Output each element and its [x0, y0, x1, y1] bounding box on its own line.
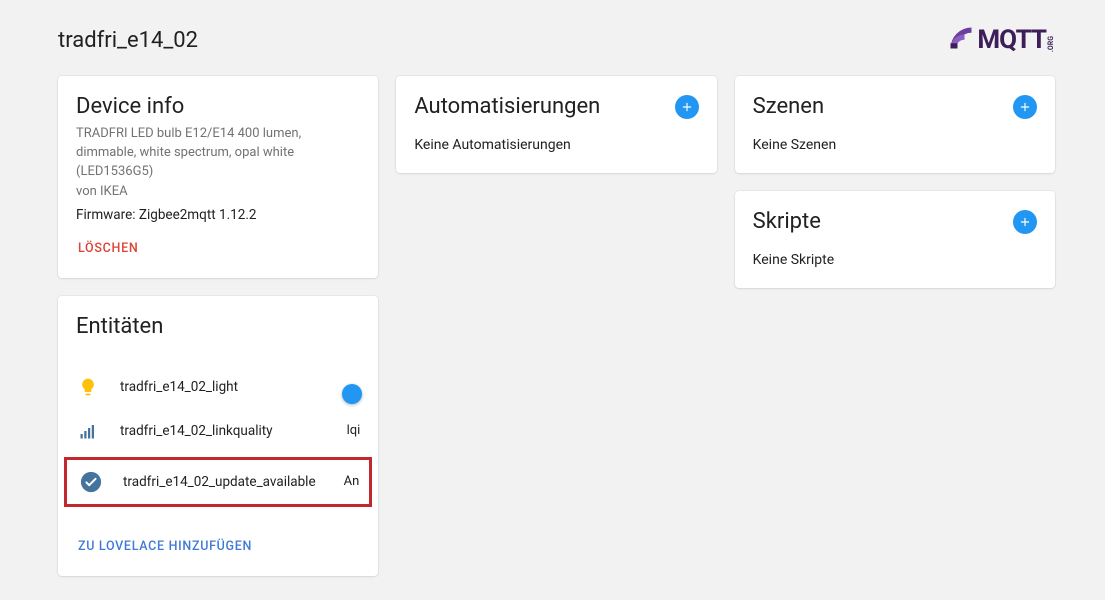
device-vendor: von IKEA — [76, 184, 360, 199]
scripts-empty: Keine Skripte — [735, 246, 1055, 288]
plus-icon — [1018, 100, 1032, 114]
scenes-title: Szenen — [753, 94, 824, 119]
entities-card: Entitäten tradfri_e14_02_light — [58, 296, 378, 576]
entity-row-light[interactable]: tradfri_e14_02_light — [58, 365, 378, 409]
bulb-icon — [76, 375, 100, 399]
mqtt-logo-icon — [947, 24, 975, 56]
entity-value: lqi — [347, 423, 361, 438]
mqtt-logo: MQTT .ORG — [947, 24, 1055, 56]
entity-name: tradfri_e14_02_light — [120, 379, 340, 395]
scenes-card: Szenen Keine Szenen — [735, 76, 1055, 173]
add-script-button[interactable] — [1013, 210, 1037, 234]
entity-value: An — [344, 474, 360, 489]
entity-row-linkquality[interactable]: tradfri_e14_02_linkquality lqi — [58, 409, 378, 453]
entity-name: tradfri_e14_02_update_available — [123, 474, 324, 490]
entities-title: Entitäten — [58, 296, 378, 349]
add-automation-button[interactable] — [675, 95, 699, 119]
page-title: tradfri_e14_02 — [58, 28, 198, 53]
add-to-lovelace-button[interactable]: ZU LOVELACE HINZUFÜGEN — [72, 531, 258, 562]
device-firmware: Firmware: Zigbee2mqtt 1.12.2 — [76, 207, 360, 223]
automations-title: Automatisierungen — [414, 94, 600, 119]
automations-card: Automatisierungen Keine Automatisierunge… — [396, 76, 716, 173]
mqtt-logo-org: .ORG — [1048, 36, 1055, 52]
check-circle-icon — [79, 470, 103, 494]
scripts-title: Skripte — [753, 209, 821, 234]
plus-icon — [1018, 215, 1032, 229]
delete-button[interactable]: LÖSCHEN — [72, 233, 144, 264]
mqtt-logo-text: MQTT — [977, 25, 1046, 55]
scenes-empty: Keine Szenen — [735, 131, 1055, 173]
device-info-title: Device info — [76, 94, 360, 119]
add-scene-button[interactable] — [1013, 95, 1037, 119]
automations-empty: Keine Automatisierungen — [396, 131, 716, 173]
plus-icon — [680, 100, 694, 114]
device-description: TRADFRI LED bulb E12/E14 400 lumen, dimm… — [76, 125, 360, 182]
scripts-card: Skripte Keine Skripte — [735, 191, 1055, 288]
entity-row-update-available[interactable]: tradfri_e14_02_update_available An — [64, 457, 372, 507]
signal-icon — [76, 419, 100, 443]
entity-name: tradfri_e14_02_linkquality — [120, 423, 327, 439]
device-info-card: Device info TRADFRI LED bulb E12/E14 400… — [58, 76, 378, 278]
